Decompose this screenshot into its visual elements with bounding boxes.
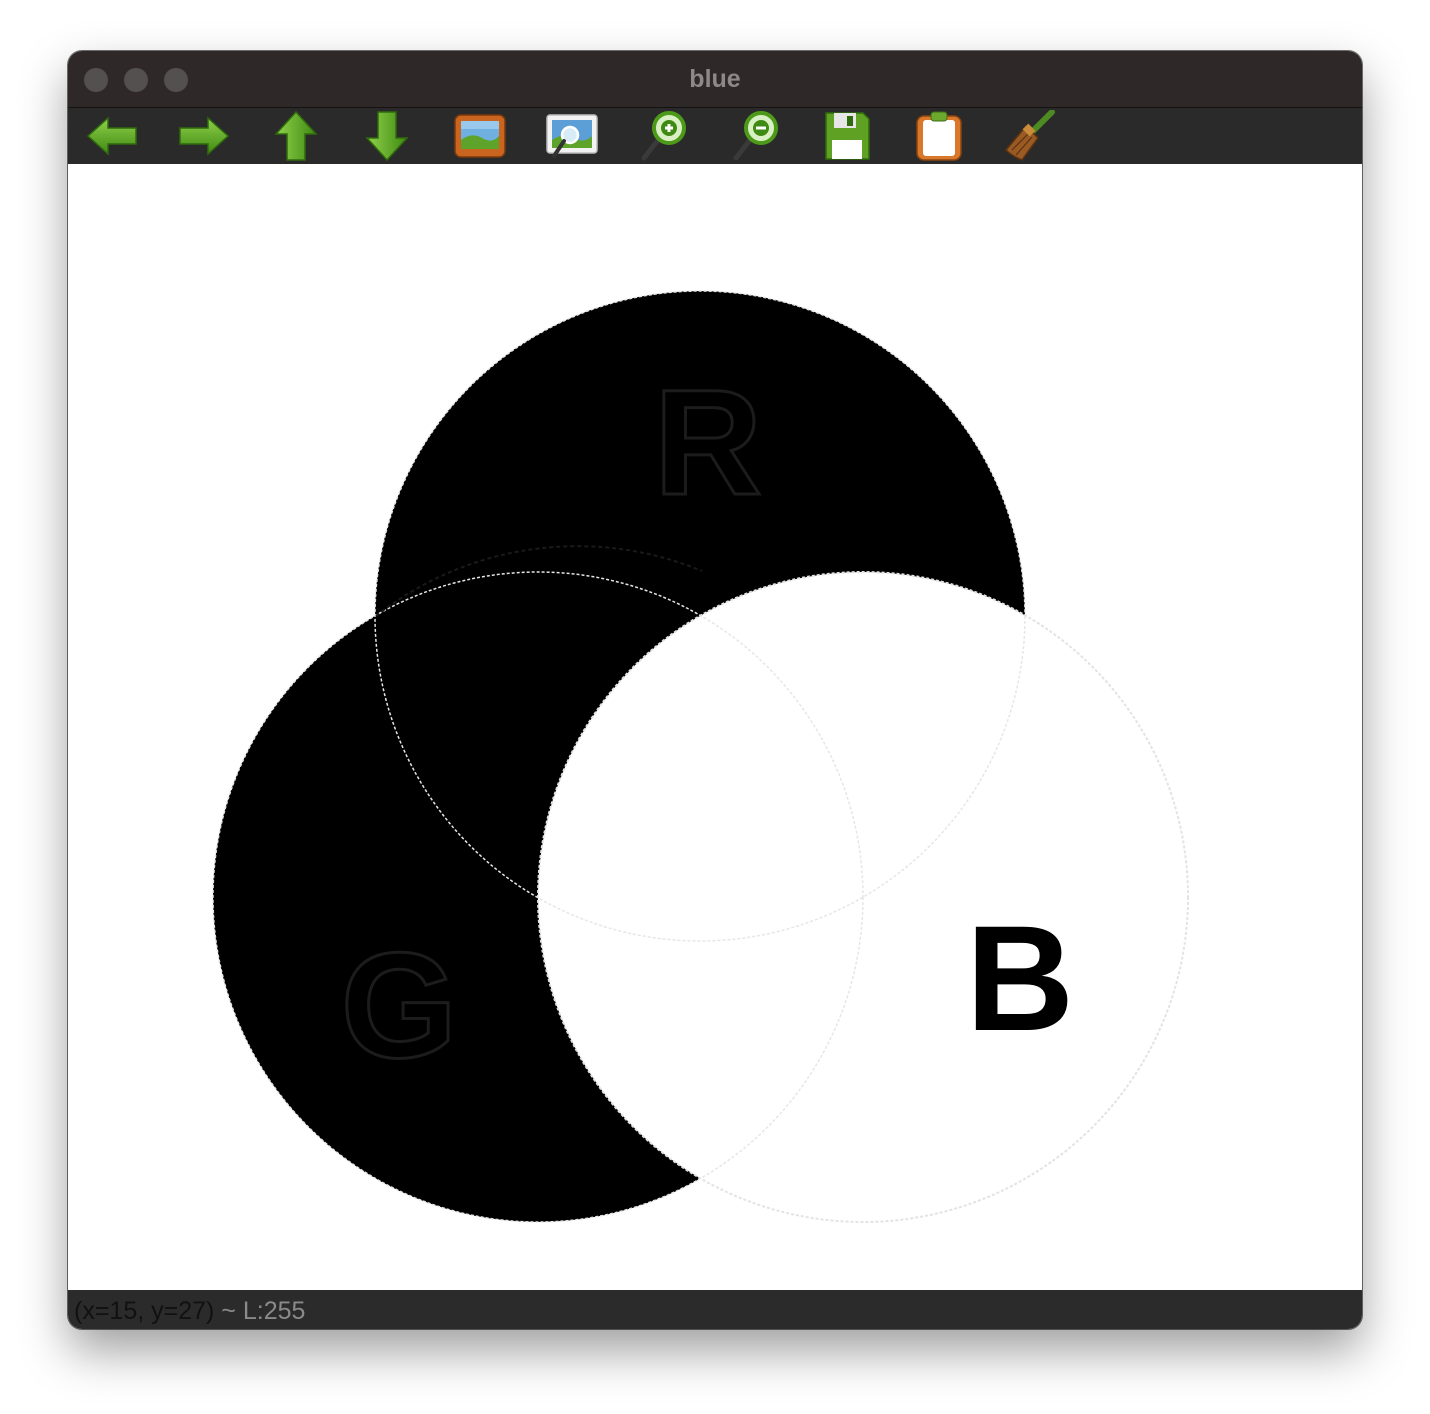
zoom-fit-button[interactable] bbox=[544, 110, 600, 162]
zoom-in-button[interactable] bbox=[636, 110, 692, 162]
clipboard-icon bbox=[916, 111, 962, 161]
zoom-out-icon bbox=[733, 111, 778, 161]
image-viewer-window: blue R G B (x=15, y=27) ~ L:255 bbox=[68, 51, 1362, 1329]
status-readout: (x=15, y=27) ~ L:255 bbox=[74, 1290, 305, 1329]
letter-r: R bbox=[654, 358, 762, 526]
pan-right-button[interactable] bbox=[176, 110, 232, 162]
luminance-value: ~ L:255 bbox=[214, 1297, 306, 1325]
window-title: blue bbox=[689, 65, 741, 93]
title-bar[interactable]: blue bbox=[68, 51, 1362, 108]
cursor-coordinates: (x=15, y=27) bbox=[74, 1297, 215, 1325]
save-button[interactable] bbox=[819, 110, 875, 162]
zoom-in-icon bbox=[641, 111, 686, 161]
image-icon bbox=[454, 114, 506, 158]
arrow-down-icon bbox=[365, 111, 409, 162]
save-icon bbox=[825, 112, 870, 160]
image-canvas[interactable]: R G B bbox=[68, 164, 1362, 1290]
pan-down-button[interactable] bbox=[359, 110, 415, 162]
letter-b: B bbox=[966, 894, 1074, 1062]
status-bar: (x=15, y=27) ~ L:255 bbox=[68, 1290, 1362, 1329]
arrow-left-icon bbox=[86, 116, 137, 156]
pan-up-button[interactable] bbox=[268, 110, 324, 162]
clear-button[interactable] bbox=[1002, 110, 1058, 162]
copy-to-clipboard-button[interactable] bbox=[911, 110, 967, 162]
arrow-right-icon bbox=[179, 116, 230, 156]
blue-channel-image: R G B bbox=[212, 290, 1189, 1223]
zoom-fit-icon bbox=[546, 114, 598, 158]
letter-g: G bbox=[341, 921, 458, 1089]
arrow-up-icon bbox=[274, 110, 318, 161]
broom-icon bbox=[1004, 110, 1055, 161]
toolbar bbox=[68, 108, 1362, 164]
pan-left-button[interactable] bbox=[84, 110, 140, 162]
zoom-out-button[interactable] bbox=[728, 110, 784, 162]
original-size-button[interactable] bbox=[452, 110, 508, 162]
